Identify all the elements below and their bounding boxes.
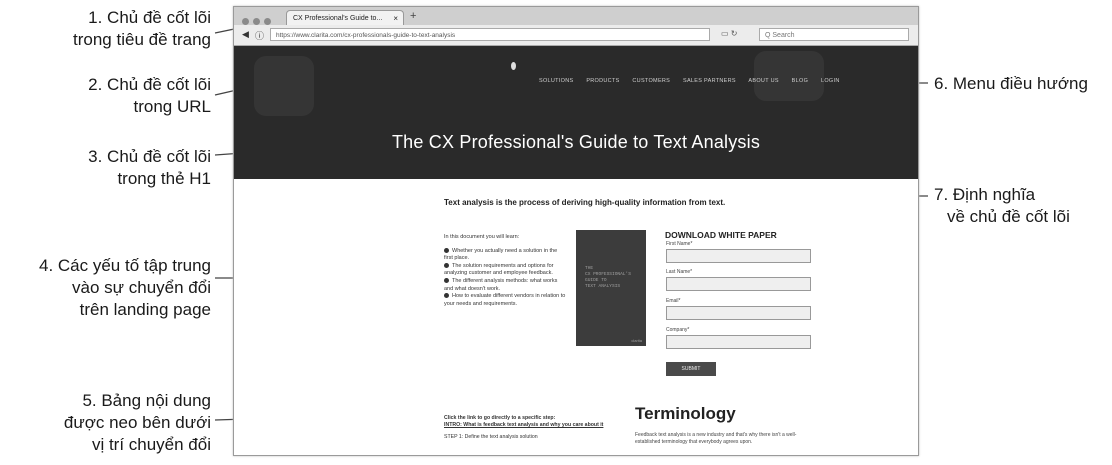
hero-decoration: [754, 51, 824, 101]
tab-close-icon[interactable]: ×: [393, 11, 398, 25]
terminology-text: Feedback text analysis is a new industry…: [635, 432, 797, 445]
tab-title: CX Professional's Guide to...: [293, 15, 383, 22]
learn-item-text: Whether you actually need a solution in …: [444, 247, 558, 262]
toc-link-step1[interactable]: STEP 1: Define the text analysis solutio…: [444, 434, 634, 441]
learn-item-text: How to evaluate different vendors in rel…: [444, 293, 566, 307]
annotation-7: 7. Định nghĩa về chủ đề cốt lõi: [934, 184, 1070, 228]
learn-item-text: The solution requirements and options fo…: [444, 262, 554, 277]
annotation-6: 6. Menu điều hướng: [934, 73, 1088, 95]
annotation-5-line2: được neo bên dưới: [63, 413, 211, 432]
bullet-icon: [444, 247, 449, 253]
annotation-5-line1: 5. Bảng nội dung: [82, 391, 211, 410]
web-page: SOLUTIONS PRODUCTS CUSTOMERS SALES PARTN…: [234, 46, 918, 455]
cover-line: TEXT ANALYSIS: [585, 284, 621, 289]
last-name-label: Last Name*: [666, 269, 693, 275]
toc-link-intro[interactable]: INTRO: What is feedback text analysis an…: [444, 422, 634, 429]
first-name-label: First Name*: [666, 241, 693, 247]
learn-item: How to evaluate different vendors in rel…: [444, 293, 566, 308]
tab-bar: CX Professional's Guide to... × +: [234, 7, 918, 25]
reader-refresh-icons[interactable]: ▭ ↻: [721, 29, 737, 38]
nav-menu: SOLUTIONS PRODUCTS CUSTOMERS SALES PARTN…: [539, 78, 851, 84]
topic-definition: Text analysis is the process of deriving…: [444, 198, 726, 207]
learn-list: In this document you will learn: Whether…: [444, 234, 566, 308]
company-field[interactable]: [666, 335, 811, 349]
annotation-3-line2: trong thẻ H1: [117, 169, 211, 188]
first-name-field[interactable]: [666, 249, 811, 263]
annotation-1-line1: 1. Chủ đề cốt lõi: [88, 8, 211, 27]
site-logo[interactable]: [511, 62, 516, 70]
nav-item-sales-partners[interactable]: SALES PARTNERS: [683, 78, 736, 84]
browser-tab[interactable]: CX Professional's Guide to... ×: [286, 10, 404, 25]
annotation-1-line2: trong tiêu đề trang: [73, 30, 211, 49]
annotation-2-line2: trong URL: [133, 97, 211, 116]
nav-item-products[interactable]: PRODUCTS: [586, 78, 619, 84]
nav-item-login[interactable]: LOGIN: [821, 78, 840, 84]
hero-decoration: [254, 56, 314, 116]
hero-banner: SOLUTIONS PRODUCTS CUSTOMERS SALES PARTN…: [234, 46, 918, 179]
browser-window: CX Professional's Guide to... × + ◀ ⓘ ht…: [233, 6, 919, 456]
cover-logo: clarita: [631, 338, 642, 343]
email-label: Email*: [666, 298, 681, 304]
annotation-6-line1: 6. Menu điều hướng: [934, 74, 1088, 93]
company-label: Company*: [666, 327, 690, 333]
white-paper-cover: THE CX PROFESSIONAL'S GUIDE TO TEXT ANAL…: [576, 230, 646, 346]
nav-item-solutions[interactable]: SOLUTIONS: [539, 78, 573, 84]
nav-item-about-us[interactable]: ABOUT US: [748, 78, 778, 84]
annotation-4-line2: vào sự chuyển đổi: [72, 278, 211, 297]
annotation-2: 2. Chủ đề cốt lõi trong URL: [88, 74, 211, 118]
annotation-5: 5. Bảng nội dung được neo bên dưới vị tr…: [64, 390, 211, 456]
terminology-heading: Terminology: [635, 404, 736, 423]
annotation-4-line3: trên landing page: [79, 300, 211, 319]
download-title: DOWNLOAD WHITE PAPER: [665, 230, 777, 240]
annotation-3-line1: 3. Chủ đề cốt lõi: [88, 147, 211, 166]
bullet-icon: [444, 293, 449, 299]
page-h1: The CX Professional's Guide to Text Anal…: [391, 132, 761, 152]
annotation-2-line1: 2. Chủ đề cốt lõi: [88, 75, 211, 94]
url-field[interactable]: https://www.clarita.com/cx-professionals…: [270, 28, 710, 41]
learn-item-text: The different analysis methods: what wor…: [444, 277, 558, 292]
nav-item-customers[interactable]: CUSTOMERS: [632, 78, 670, 84]
email-field[interactable]: [666, 306, 811, 320]
toc-intro: Click the link to go directly to a speci…: [444, 415, 556, 421]
search-input[interactable]: Q Search: [759, 28, 909, 41]
annotation-1: 1. Chủ đề cốt lõi trong tiêu đề trang: [73, 7, 211, 51]
annotation-7-line2: về chủ đề cốt lõi: [947, 207, 1070, 226]
bullet-icon: [444, 278, 449, 284]
annotation-4: 4. Các yếu tố tập trung vào sự chuyển đổ…: [39, 255, 211, 321]
cover-text: THE CX PROFESSIONAL'S GUIDE TO TEXT ANAL…: [585, 266, 631, 290]
last-name-field[interactable]: [666, 277, 811, 291]
info-icon[interactable]: ⓘ: [255, 29, 264, 42]
address-bar: ◀ ⓘ https://www.clarita.com/cx-professio…: [234, 25, 918, 46]
back-icon[interactable]: ◀: [242, 29, 249, 40]
new-tab-icon[interactable]: +: [410, 10, 416, 22]
learn-item: The different analysis methods: what wor…: [444, 278, 566, 293]
submit-button[interactable]: SUBMIT: [666, 362, 716, 376]
bullet-icon: [444, 262, 449, 268]
annotation-5-line3: vị trí chuyển đổi: [91, 435, 211, 454]
annotation-7-line1: 7. Định nghĩa: [934, 185, 1036, 204]
learn-item: Whether you actually need a solution in …: [444, 248, 566, 263]
annotation-3: 3. Chủ đề cốt lõi trong thẻ H1: [88, 146, 211, 190]
nav-item-blog[interactable]: BLOG: [792, 78, 808, 84]
table-of-contents: Click the link to go directly to a speci…: [444, 415, 634, 441]
annotation-4-line1: 4. Các yếu tố tập trung: [39, 256, 211, 275]
learn-intro: In this document you will learn:: [444, 234, 520, 240]
learn-item: The solution requirements and options fo…: [444, 263, 566, 278]
